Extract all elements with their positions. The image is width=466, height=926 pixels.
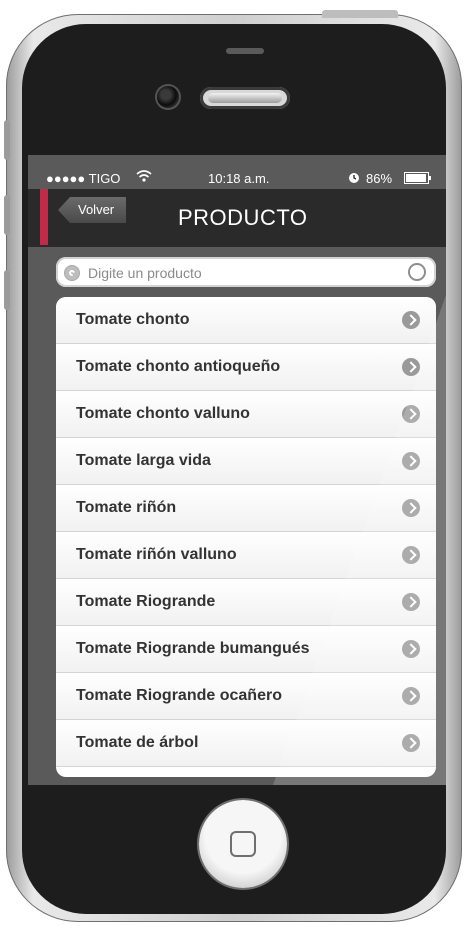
list-item[interactable]: Tomate chonto valluno	[56, 391, 436, 438]
search-bar[interactable]	[56, 257, 436, 287]
list-item-label: Tomate chonto	[76, 311, 190, 328]
earpiece-speaker	[226, 48, 264, 54]
battery-icon	[404, 172, 432, 187]
list-item-label: Tomate de árbol	[76, 734, 199, 751]
navigation-bar: Volver PRODUCTO	[28, 189, 446, 247]
status-bar: ●●●●● TIGO 10:18 a.m. 86%	[38, 169, 438, 189]
list-item-label: Tomate Riogrande	[76, 593, 216, 610]
back-button[interactable]: Volver	[58, 197, 127, 223]
list-item[interactable]: Tomate chonto antioqueño	[56, 344, 436, 391]
list-item[interactable]: Tomate riñón valluno	[56, 532, 436, 579]
power-button	[322, 10, 398, 18]
chevron-right-icon	[402, 734, 420, 752]
status-time: 10:18 a.m.	[208, 171, 270, 186]
app-screen: ●●●●● TIGO 10:18 a.m. 86% Volver PRODUCT…	[28, 155, 446, 785]
list-item[interactable]: Tomate de árbol	[56, 720, 436, 767]
list-item-label: Tomate chonto valluno	[76, 405, 250, 422]
list-item[interactable]: Tomate chonto	[56, 297, 436, 344]
chevron-right-icon	[402, 593, 420, 611]
alarm-icon	[348, 172, 360, 187]
chevron-right-icon	[402, 546, 420, 564]
home-button[interactable]	[199, 800, 287, 888]
clear-icon[interactable]	[408, 263, 426, 281]
chevron-right-icon	[402, 687, 420, 705]
list-item[interactable]: Tomate Riogrande bumangués	[56, 626, 436, 673]
list-item[interactable]: Tomate Riogrande	[56, 579, 436, 626]
list-item[interactable]: Tomate Riogrande ocañero	[56, 673, 436, 720]
list-item-label: Tomate chonto antioqueño	[76, 358, 281, 375]
home-square-icon	[230, 831, 256, 857]
chevron-right-icon	[402, 358, 420, 376]
battery-percent: 86%	[366, 171, 393, 186]
search-input[interactable]	[86, 261, 400, 285]
list-item-label: Tomate riñón valluno	[76, 546, 237, 563]
chevron-right-icon	[402, 499, 420, 517]
list-item[interactable]: Tomate riñón	[56, 485, 436, 532]
list-item-label: Tomate Riogrande bumangués	[76, 640, 310, 657]
list-item-label: Tomate Riogrande ocañero	[76, 687, 282, 704]
chevron-right-icon	[402, 452, 420, 470]
chevron-right-icon	[402, 405, 420, 423]
list-item-label: Tomate larga vida	[76, 452, 211, 469]
volume-up-button	[4, 195, 10, 235]
front-camera	[157, 86, 179, 108]
search-icon	[64, 265, 80, 281]
list-item-label: Tomate riñón	[76, 499, 177, 516]
list-item[interactable]: Tomate larga vida	[56, 438, 436, 485]
chevron-right-icon	[402, 311, 420, 329]
accent-stripe	[40, 189, 48, 245]
wifi-icon	[136, 169, 152, 186]
volume-down-button	[4, 270, 10, 310]
carrier-label: ●●●●● TIGO	[46, 171, 121, 186]
speaker-grille	[200, 87, 290, 109]
page-title: PRODUCTO	[178, 205, 308, 230]
product-list: Tomate chonto Tomate chonto antioqueño T…	[56, 297, 436, 777]
chevron-right-icon	[402, 640, 420, 658]
mute-switch	[4, 120, 10, 160]
